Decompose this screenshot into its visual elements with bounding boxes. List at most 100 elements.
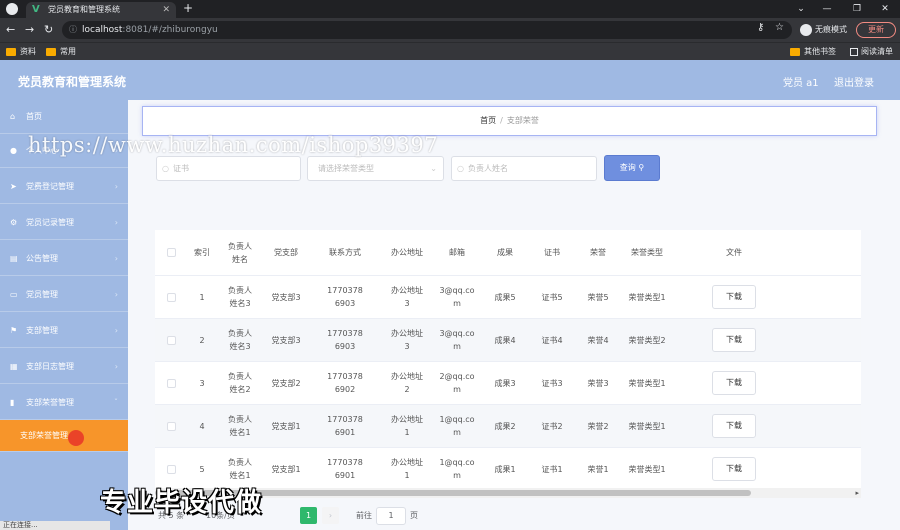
reading-list[interactable]: 阅读清单 — [850, 45, 893, 59]
table-cell: 党支部2 — [271, 378, 301, 388]
url-field[interactable]: ⓘ localhost:8081/#/zhiburongyu — [62, 21, 792, 39]
url-path: :8081/#/zhiburongyu — [122, 25, 218, 35]
column-header[interactable]: 文件 — [673, 230, 795, 275]
incognito-indicator[interactable]: 无痕模式 — [800, 21, 847, 39]
column-header[interactable]: 成果 — [481, 230, 529, 275]
sidebar-item-notice[interactable]: ▤ 公告管理 › — [0, 242, 128, 276]
key-icon[interactable]: ⚷ — [757, 22, 764, 33]
bookmark-other[interactable]: 其他书签 — [790, 45, 836, 59]
chevron-right-icon: › — [114, 146, 118, 155]
star-icon[interactable]: ☆ — [775, 22, 784, 33]
honor-type-select[interactable]: 请选择荣誉类型 ⌄ — [307, 156, 444, 181]
column-header[interactable]: 党支部 — [263, 230, 309, 275]
sidebar-item-label: 支部荣誉管理 — [26, 398, 74, 407]
download-button[interactable]: 下载 — [712, 414, 756, 438]
select-all-checkbox[interactable] — [166, 248, 176, 257]
window-close-icon[interactable]: ✕ — [870, 0, 900, 18]
update-button[interactable]: 更新 — [856, 22, 896, 38]
reload-icon[interactable]: ↻ — [44, 22, 53, 38]
row-checkbox[interactable] — [166, 292, 176, 302]
info-icon[interactable]: ⓘ — [69, 21, 77, 39]
type-placeholder: 请选择荣誉类型 — [318, 164, 374, 173]
forward-icon[interactable]: → — [25, 22, 34, 38]
restore-icon[interactable]: ❐ — [842, 0, 872, 18]
goto-page-input[interactable]: 1 — [376, 507, 406, 525]
browser-tab-bar: V 党员教育和管理系统 ✕ + ⌄ — ❐ ✕ — [0, 0, 900, 18]
sidebar-subitem-branch-honor[interactable]: 支部荣誉管理 — [0, 420, 128, 452]
column-header[interactable]: 荣誉 — [575, 230, 621, 275]
sidebar-item-home[interactable]: ⌂ 首页 — [0, 100, 128, 134]
download-button[interactable]: 下载 — [712, 457, 756, 481]
next-page-icon[interactable]: › — [322, 507, 339, 524]
sidebar-item-label: 党费登记管理 — [26, 182, 74, 191]
column-header[interactable]: 证书 — [529, 230, 575, 275]
page-suffix: 页 — [410, 511, 418, 520]
profile-icon[interactable] — [6, 3, 18, 15]
file-cell: 下载 — [673, 362, 795, 404]
sidebar-item-branch-log[interactable]: ▦ 支部日志管理 › — [0, 350, 128, 384]
table-cell: 4 — [199, 421, 205, 431]
column-header[interactable]: 联系方式 — [309, 230, 381, 275]
search-button[interactable]: 查询 ⚲ — [604, 155, 660, 181]
chevron-right-icon: › — [114, 326, 118, 335]
table-cell: 荣誉1 — [587, 464, 609, 474]
horizontal-scrollbar[interactable]: ▸ — [155, 488, 861, 498]
status-bar: 正在连接... — [0, 521, 110, 530]
download-button[interactable]: 下载 — [712, 328, 756, 352]
table-cell: 2 — [199, 335, 205, 345]
table-row[interactable]: 4 负责人姓名1 党支部1 17703786901 办公地址1 1@qq.com 成果2 证书… — [155, 405, 861, 448]
column-header[interactable]: 负责人姓名 — [217, 230, 263, 275]
row-checkbox[interactable] — [166, 335, 176, 345]
browser-tab[interactable]: V 党员教育和管理系统 ✕ — [26, 2, 176, 18]
page-size-select[interactable]: 10条/页 — [206, 506, 235, 526]
sidebar-item-branch-honor[interactable]: ▮ 支部荣誉管理 ˇ — [0, 386, 128, 420]
scrollbar-thumb[interactable] — [155, 490, 751, 496]
column-header[interactable]: 邮箱 — [433, 230, 481, 275]
download-button[interactable]: 下载 — [712, 371, 756, 395]
file-cell: 下载 — [673, 405, 795, 447]
table-cell: 负责人姓名1 — [228, 415, 252, 437]
column-header[interactable]: 荣誉类型 — [621, 230, 673, 275]
table-cell: 办公地址1 — [391, 415, 423, 437]
logout-link[interactable]: 退出登录 — [834, 74, 874, 89]
cert-search-input[interactable]: ○ 证书 — [156, 156, 301, 181]
sidebar-item-fee[interactable]: ➤ 党费登记管理 › — [0, 170, 128, 204]
page-number[interactable]: 1 — [300, 507, 317, 524]
bookmark-folder-changyong[interactable]: 常用 — [46, 45, 76, 59]
search-icon: ○ — [162, 164, 169, 173]
row-checkbox[interactable] — [166, 421, 176, 431]
sidebar-item-label: 首页 — [26, 112, 42, 121]
download-button[interactable]: 下载 — [712, 285, 756, 309]
new-tab-icon[interactable]: + — [183, 1, 193, 15]
chevron-down-icon: ˇ — [114, 398, 118, 407]
chart-icon: ▮ — [10, 398, 15, 407]
breadcrumb-home[interactable]: 首页 — [480, 116, 496, 125]
close-icon[interactable]: ✕ — [162, 2, 170, 18]
file-cell: 下载 — [673, 448, 795, 490]
leader-search-input[interactable]: ○ 负责人姓名 — [451, 156, 597, 181]
table-cell: 证书1 — [541, 464, 563, 474]
vue-logo-icon: V — [32, 4, 40, 15]
table-row[interactable]: 3 负责人姓名2 党支部2 17703786902 办公地址2 2@qq.com 成果3 证书… — [155, 362, 861, 405]
table-row[interactable]: 1 负责人姓名3 党支部3 17703786903 办公地址3 3@qq.com 成果5 证书… — [155, 276, 861, 319]
search-icon: ○ — [457, 164, 464, 173]
table-cell: 5 — [199, 464, 205, 474]
column-header[interactable]: 办公地址 — [381, 230, 433, 275]
sidebar-item-branch[interactable]: ⚑ 支部管理 › — [0, 314, 128, 348]
bookmark-folder-ziliao[interactable]: 资料 — [6, 45, 36, 59]
table-row[interactable]: 5 负责人姓名1 党支部1 17703786901 办公地址1 1@qq.com 成果1 证书… — [155, 448, 861, 491]
file-cell: 下载 — [673, 276, 795, 318]
back-icon[interactable]: ← — [6, 22, 15, 38]
scroll-right-icon[interactable]: ▸ — [855, 488, 859, 498]
sidebar-item-record[interactable]: ⚙ 党员记录管理 › — [0, 206, 128, 240]
row-checkbox[interactable] — [166, 378, 176, 388]
minimize-icon[interactable]: — — [812, 0, 842, 18]
table-row[interactable]: 2 负责人姓名3 党支部3 17703786903 办公地址3 3@qq.com 成果4 证书… — [155, 319, 861, 362]
row-checkbox[interactable] — [166, 464, 176, 474]
sidebar-item-member[interactable]: ▭ 党员管理 › — [0, 278, 128, 312]
column-header[interactable]: 索引 — [187, 230, 217, 275]
current-user: 党员 a1 — [783, 78, 819, 89]
sidebar-item-profile[interactable]: ● 个人中心 › — [0, 134, 128, 168]
table-cell: 证书2 — [541, 421, 563, 431]
table-cell: 办公地址1 — [391, 458, 423, 480]
